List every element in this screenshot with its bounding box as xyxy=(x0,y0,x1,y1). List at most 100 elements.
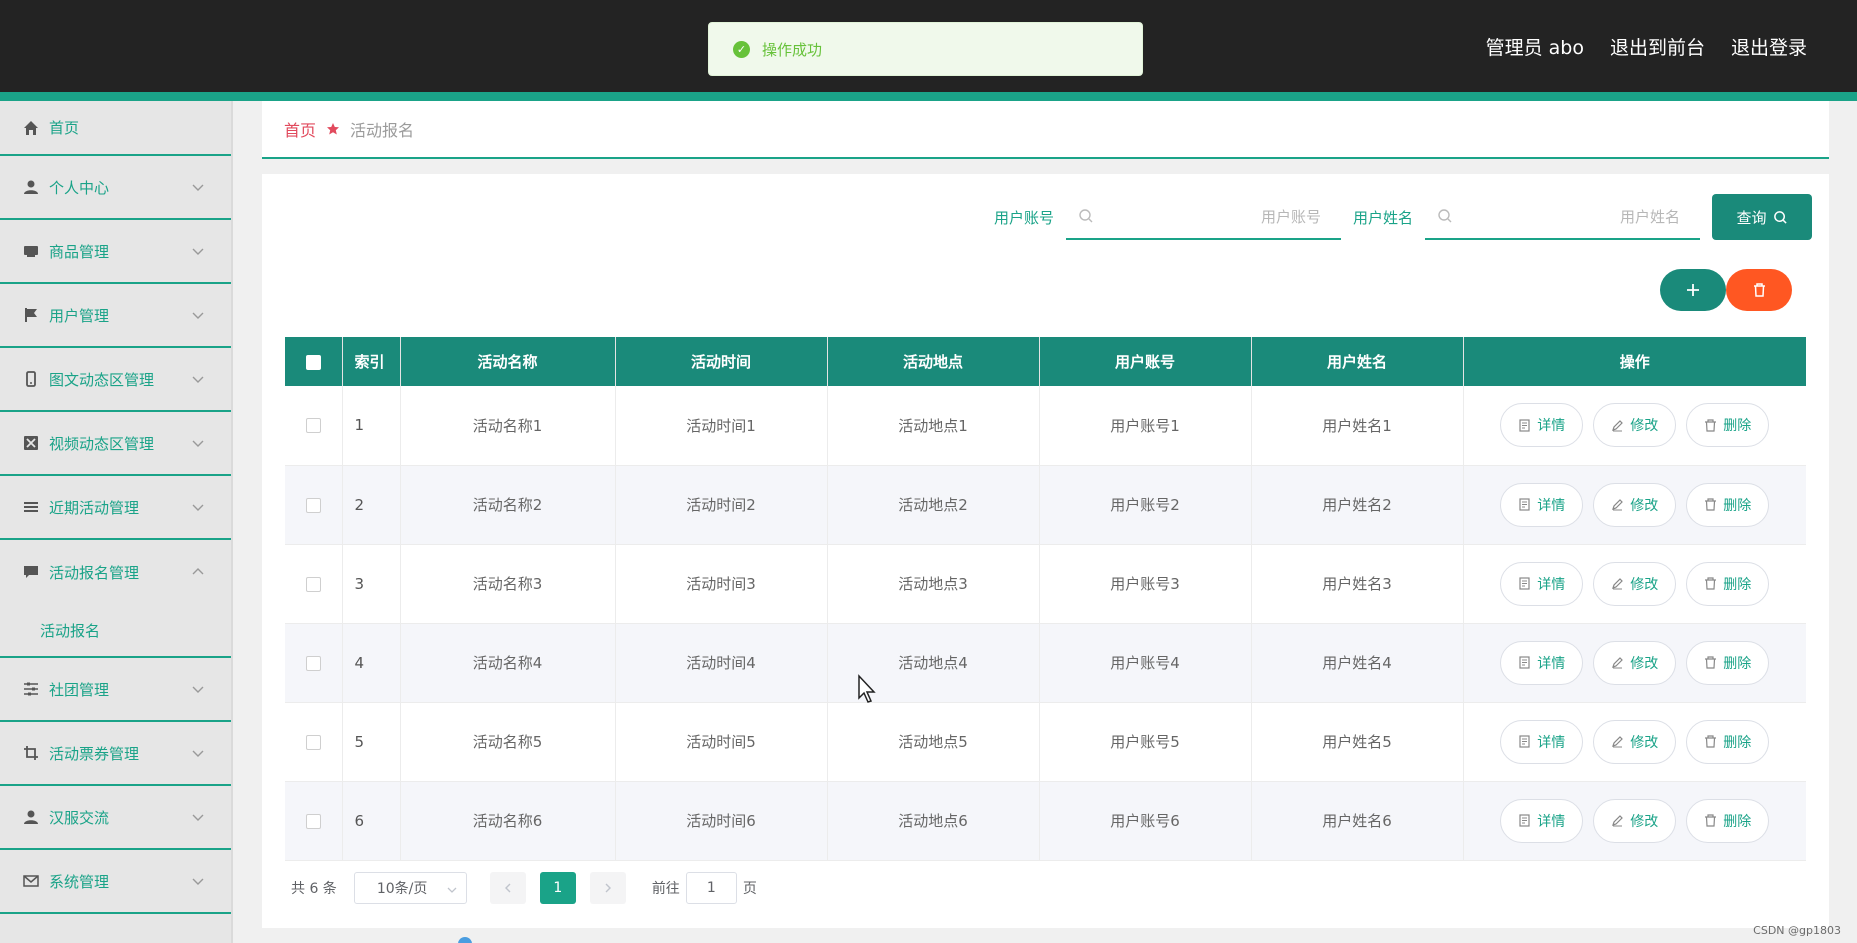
sidebar-item-hanfu-exchange[interactable]: 汉服交流 xyxy=(0,786,231,850)
detail-button[interactable]: 详情 xyxy=(1500,561,1584,606)
row-checkbox[interactable] xyxy=(305,418,321,434)
sidebar-item-users[interactable]: 用户管理 xyxy=(0,284,231,348)
name-search-input[interactable] xyxy=(1465,202,1680,232)
detail-button[interactable]: 详情 xyxy=(1500,482,1584,527)
logout-link[interactable]: 退出登录 xyxy=(1731,33,1807,60)
document-icon xyxy=(1519,577,1530,590)
edit-icon xyxy=(1612,657,1624,669)
sidebar-item-label: 活动票券管理 xyxy=(49,744,140,763)
sidebar-item-recent-activities[interactable]: 近期活动管理 xyxy=(0,476,231,540)
detail-label: 详情 xyxy=(1537,576,1566,593)
row-checkbox[interactable] xyxy=(305,497,321,513)
breadcrumb-home[interactable]: 首页 xyxy=(284,117,316,141)
detail-button[interactable]: 详情 xyxy=(1500,640,1584,685)
delete-button[interactable]: 删除 xyxy=(1686,798,1770,843)
chevron-down-icon xyxy=(192,878,204,885)
search-icon xyxy=(1773,210,1787,224)
detail-button[interactable]: 详情 xyxy=(1500,798,1584,843)
person-icon xyxy=(22,809,39,826)
sidebar-item-system[interactable]: 系统管理 xyxy=(0,850,231,914)
delete-button[interactable]: 删除 xyxy=(1686,403,1770,448)
batch-delete-button[interactable] xyxy=(1726,269,1792,311)
page-number-current[interactable]: 1 xyxy=(539,872,576,904)
row-checkbox[interactable] xyxy=(305,813,321,829)
query-button[interactable]: 查询 xyxy=(1712,194,1812,240)
sidebar-item-home[interactable]: 首页 xyxy=(0,101,231,156)
edit-button[interactable]: 修改 xyxy=(1593,719,1677,764)
row-checkbox[interactable] xyxy=(305,655,321,671)
plus-icon xyxy=(1687,284,1699,296)
edit-label: 修改 xyxy=(1630,497,1659,514)
edit-button[interactable]: 修改 xyxy=(1593,640,1677,685)
table-cell: 用户账号5 xyxy=(1039,702,1252,782)
trash-icon xyxy=(1705,814,1717,827)
table-cell: 活动时间3 xyxy=(615,544,828,624)
edit-button[interactable]: 修改 xyxy=(1593,561,1677,606)
edit-button[interactable]: 修改 xyxy=(1593,798,1677,843)
edit-label: 修改 xyxy=(1630,418,1659,435)
document-icon xyxy=(1519,814,1530,827)
add-button[interactable] xyxy=(1660,269,1726,311)
table-cell: 活动时间4 xyxy=(615,623,828,703)
account-search-label: 用户账号 xyxy=(993,208,1054,227)
row-checkbox[interactable] xyxy=(305,734,321,750)
sidebar-item-label: 图文动态区管理 xyxy=(49,370,155,389)
sidebar-item-label: 商品管理 xyxy=(49,242,110,261)
delete-button[interactable]: 删除 xyxy=(1686,561,1770,606)
crop-icon xyxy=(22,745,39,762)
edit-button[interactable]: 修改 xyxy=(1593,482,1677,527)
row-checkbox[interactable] xyxy=(305,576,321,592)
sidebar-item-tickets[interactable]: 活动票券管理 xyxy=(0,722,231,786)
user-icon xyxy=(22,179,39,196)
sidebar-item-video-posts[interactable]: 视频动态区管理 xyxy=(0,412,231,476)
list-icon xyxy=(22,499,39,516)
sidebar-item-personal-center[interactable]: 个人中心 xyxy=(0,156,231,220)
edit-button[interactable]: 修改 xyxy=(1593,403,1677,448)
top-right-nav: 管理员 abo 退出到前台 退出登录 xyxy=(1486,33,1807,60)
query-button-label: 查询 xyxy=(1736,208,1767,227)
delete-button[interactable]: 删除 xyxy=(1686,719,1770,764)
table-cell: 用户姓名3 xyxy=(1251,544,1464,624)
delete-button[interactable]: 删除 xyxy=(1686,482,1770,527)
sidebar-item-clubs[interactable]: 社团管理 xyxy=(0,658,231,722)
chevron-down-icon xyxy=(192,184,204,191)
edit-icon xyxy=(1612,578,1624,590)
goto-page-input[interactable] xyxy=(685,872,737,904)
account-search-input[interactable] xyxy=(1105,202,1321,232)
detail-button[interactable]: 详情 xyxy=(1500,403,1584,448)
total-count: 共 6 条 xyxy=(291,881,337,897)
mail-icon xyxy=(22,873,39,890)
table-row: 5 活动名称5 活动时间5 活动地点5 用户账号5 用户姓名5 详情 修改 删除 xyxy=(285,702,1806,782)
table-cell: 用户姓名6 xyxy=(1251,781,1464,861)
back-to-front-link[interactable]: 退出到前台 xyxy=(1610,33,1705,60)
sidebar-item-activity-registration[interactable]: 活动报名管理 xyxy=(0,540,231,604)
next-page-button[interactable] xyxy=(589,872,626,904)
detail-button[interactable]: 详情 xyxy=(1500,719,1584,764)
sidebar-item-label: 活动报名管理 xyxy=(49,563,140,582)
table-row: 1 活动名称1 活动时间1 活动地点1 用户账号1 用户姓名1 详情 修改 删除 xyxy=(285,386,1806,466)
sidebar-item-label: 近期活动管理 xyxy=(49,498,140,517)
goto-page: 前往 页 xyxy=(652,872,757,904)
search-icon xyxy=(1079,209,1093,223)
document-icon xyxy=(1519,498,1530,511)
table-cell: 活动名称6 xyxy=(400,781,616,861)
table-row: 4 活动名称4 活动时间4 活动地点4 用户账号4 用户姓名4 详情 修改 删除 xyxy=(285,623,1806,703)
table-cell: 活动名称5 xyxy=(400,702,616,782)
delete-button[interactable]: 删除 xyxy=(1686,640,1770,685)
breadcrumb: 首页 活动报名 xyxy=(262,101,1829,159)
star-separator-icon xyxy=(327,123,340,135)
row-select-cell xyxy=(285,623,343,703)
document-icon xyxy=(1519,656,1530,669)
sidebar-item-graphic-posts[interactable]: 图文动态区管理 xyxy=(0,348,231,412)
sidebar-item-label: 视频动态区管理 xyxy=(49,434,155,453)
sidebar-subitem-activity-signup[interactable]: 活动报名 xyxy=(0,604,231,658)
trash-icon xyxy=(1705,656,1717,669)
table-cell: 用户账号1 xyxy=(1039,386,1252,466)
sidebar-item-products[interactable]: 商品管理 xyxy=(0,220,231,284)
edit-icon xyxy=(1612,419,1624,432)
table-cell: 活动地点6 xyxy=(827,781,1040,861)
toast-message: 操作成功 xyxy=(762,40,823,59)
page-size-select[interactable]: 10条/页 xyxy=(353,872,467,904)
select-all-checkbox[interactable] xyxy=(305,354,321,370)
prev-page-button[interactable] xyxy=(489,872,526,904)
